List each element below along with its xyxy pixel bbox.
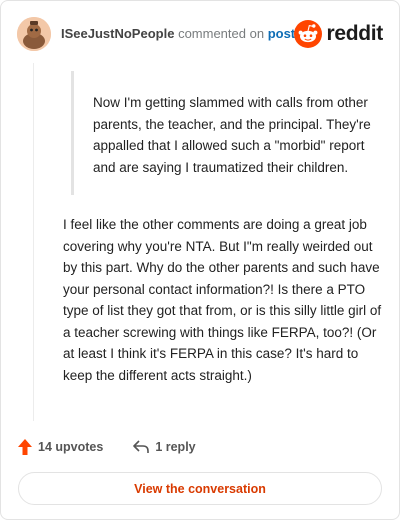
reddit-brand[interactable]: reddit [294, 19, 383, 49]
upvote-count: 14 upvotes [38, 440, 104, 454]
view-conversation-button[interactable]: View the conversation [18, 472, 382, 505]
upvote-button[interactable]: 14 upvotes [18, 439, 103, 455]
comment-header: ISeeJustNoPeople commented on post reddi… [17, 17, 383, 51]
comment-card: ISeeJustNoPeople commented on post reddi… [0, 0, 400, 520]
post-link[interactable]: post [268, 26, 295, 41]
thread-line [33, 63, 34, 421]
username-link[interactable]: ISeeJustNoPeople [61, 26, 174, 41]
comment-actions: 14 upvotes 1 reply [18, 437, 196, 457]
action-text: commented on [178, 26, 265, 41]
comment-body: I feel like the other comments are doing… [63, 217, 382, 383]
reply-count: 1 reply [155, 440, 196, 454]
user-avatar-icon[interactable] [17, 17, 51, 51]
upvote-arrow-icon [18, 439, 32, 455]
reply-arrow-icon [133, 440, 150, 453]
reddit-logo-icon [294, 20, 323, 48]
reply-button[interactable]: 1 reply [133, 440, 196, 454]
brand-name: reddit [326, 22, 383, 45]
quoted-text: Now I'm getting slammed with calls from … [71, 71, 381, 195]
comment-meta: ISeeJustNoPeople commented on post [61, 26, 295, 41]
quote-text: Now I'm getting slammed with calls from … [93, 95, 371, 175]
